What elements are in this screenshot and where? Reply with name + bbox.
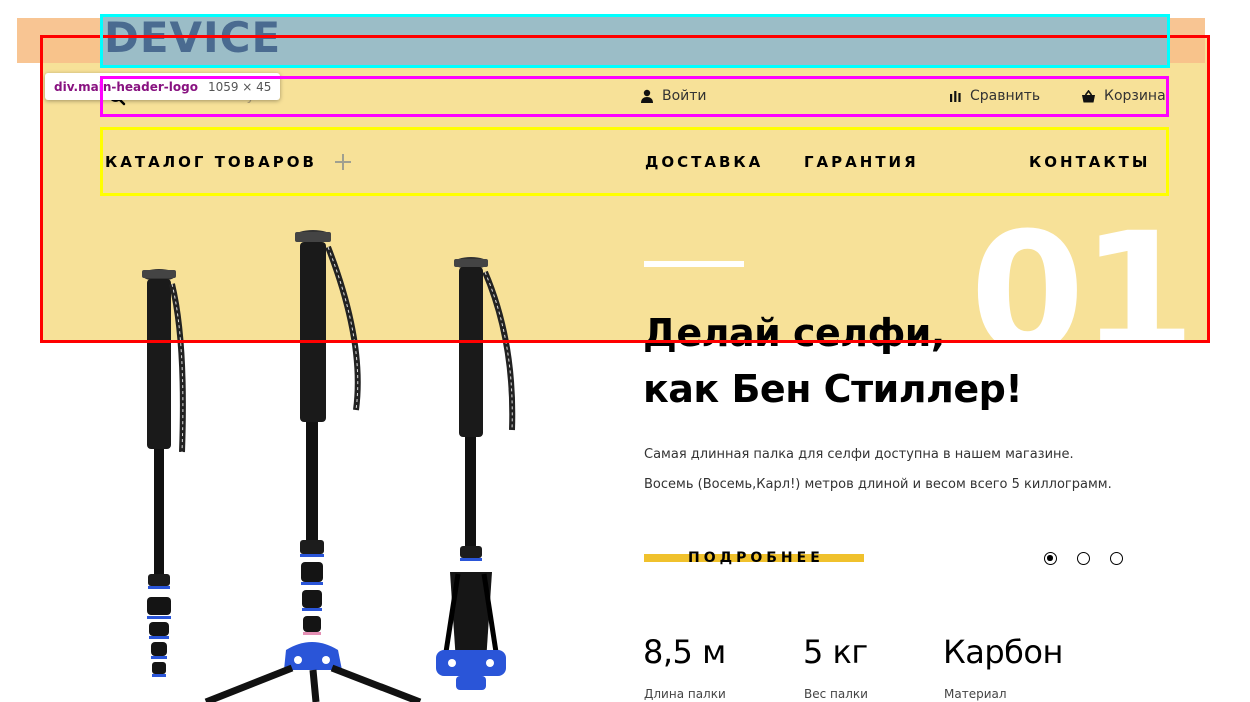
hero-description-line2: Восемь (Восемь,Карл!) метров длиной и ве… <box>644 477 1112 492</box>
logo-margin-highlight-left <box>17 18 100 63</box>
compare-label: Сравнить <box>970 88 1041 104</box>
login-label: Войти <box>662 88 707 104</box>
login-link[interactable]: Войти <box>640 84 707 108</box>
spec-length-label: Длина палки <box>644 687 726 701</box>
cart-label: Корзина <box>1104 88 1166 104</box>
hero-title-line2: как Бен Стиллер! <box>643 367 1023 411</box>
inspector-element-size: 1059 × 45 <box>207 79 272 94</box>
monopod-middle <box>204 230 422 702</box>
page: DEVICE div.main-header-logo 1059 × 45 Во… <box>0 0 1250 702</box>
compare-icon <box>950 91 961 102</box>
slider-dot-3[interactable] <box>1110 552 1123 565</box>
slider-dot-2[interactable] <box>1077 552 1090 565</box>
more-button-label: ПОДРОБНЕЕ <box>688 550 824 566</box>
logo-guide-line <box>100 35 1170 38</box>
nav-warranty[interactable]: ГАРАНТИЯ <box>804 150 919 174</box>
hero-title: Делай селфи, как Бен Стиллер! <box>643 305 1023 417</box>
spec-material-label: Материал <box>944 687 1007 701</box>
product-image <box>142 230 516 702</box>
spec-weight-label: Вес палки <box>804 687 868 701</box>
spec-weight-value: 5 кг <box>803 633 868 671</box>
user-icon <box>641 89 653 103</box>
hero-accent-line <box>644 261 744 267</box>
spec-length-value: 8,5 м <box>643 633 726 671</box>
monopod-left <box>142 269 186 677</box>
inspector-element-name: div.main-header-logo <box>54 79 198 94</box>
nav-delivery[interactable]: ДОСТАВКА <box>645 150 763 174</box>
cart-link[interactable]: Корзина <box>1081 84 1166 108</box>
monopod-right <box>436 257 516 690</box>
nav-catalog[interactable]: КАТАЛОГ ТОВАРОВ <box>105 150 317 174</box>
slider-dot-1[interactable] <box>1044 552 1057 565</box>
basket-icon <box>1082 89 1095 102</box>
plus-icon[interactable] <box>334 153 352 171</box>
nav-contacts[interactable]: КОНТАКТЫ <box>1029 150 1150 174</box>
more-button[interactable]: ПОДРОБНЕЕ <box>644 545 864 571</box>
inspector-tooltip: div.main-header-logo 1059 × 45 <box>45 73 281 100</box>
hero-title-line1: Делай селфи, <box>643 311 945 355</box>
spec-material-value: Карбон <box>943 633 1063 671</box>
hero-description: Самая длинная палка для селфи доступна в… <box>644 440 1112 500</box>
site-logo[interactable]: DEVICE <box>104 14 281 62</box>
logo-margin-highlight-right <box>1170 18 1205 63</box>
compare-link[interactable]: Сравнить <box>949 84 1040 108</box>
hero-description-line1: Самая длинная палка для селфи доступна в… <box>644 447 1074 462</box>
